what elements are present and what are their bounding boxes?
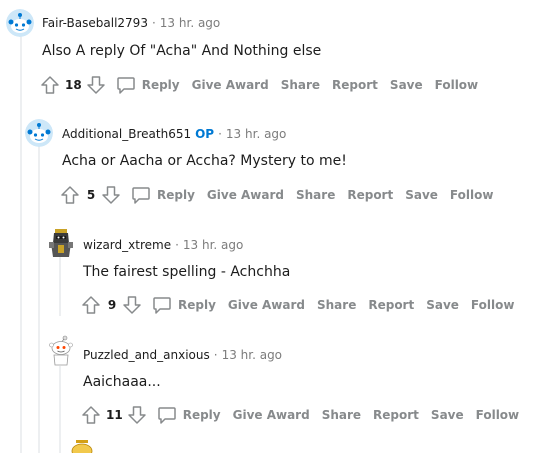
- upvote-icon[interactable]: [81, 405, 101, 425]
- follow-button[interactable]: Follow: [450, 188, 494, 202]
- vote-score: 9: [107, 298, 117, 312]
- armored-snoo-avatar-icon: [49, 229, 73, 257]
- username[interactable]: wizard_xtreme: [83, 238, 171, 252]
- username[interactable]: Additional_Breath651: [62, 127, 191, 141]
- downvote-icon[interactable]: [127, 405, 147, 425]
- comment-actions: 5 Reply Give Award Share Report Save Fol…: [60, 183, 493, 207]
- downvote-icon[interactable]: [122, 295, 142, 315]
- thread-line[interactable]: [59, 366, 61, 453]
- timestamp[interactable]: 13 hr. ago: [226, 127, 286, 141]
- timestamp[interactable]: 13 hr. ago: [183, 238, 243, 252]
- follow-button[interactable]: Follow: [471, 298, 515, 312]
- username[interactable]: Fair-Baseball2793: [42, 16, 148, 30]
- comment-thread: Fair-Baseball2793 · 13 hr. ago Also A repl…: [0, 0, 557, 453]
- avatar[interactable]: [47, 335, 75, 367]
- comment-body: The fairest spelling - Achchha: [83, 264, 291, 280]
- reply-button[interactable]: Reply: [157, 405, 221, 425]
- report-button[interactable]: Report: [368, 298, 414, 312]
- reply-label: Reply: [141, 78, 180, 92]
- thread-line[interactable]: [20, 34, 22, 453]
- avatar[interactable]: [25, 119, 53, 147]
- give-award-button[interactable]: Give Award: [192, 78, 269, 92]
- reply-label: Reply: [182, 408, 221, 422]
- share-button[interactable]: Share: [322, 408, 361, 422]
- comment-actions: 11 Reply Give Award Share Report Save Fo…: [81, 403, 519, 427]
- comment-body: Acha or Aacha or Accha? Mystery to me!: [62, 153, 347, 169]
- comment-body: Aaichaaa...: [83, 374, 161, 390]
- vote-score: 11: [106, 408, 123, 422]
- avatar[interactable]: [47, 227, 75, 259]
- reply-button[interactable]: Reply: [116, 75, 180, 95]
- op-badge: OP: [195, 127, 215, 141]
- comment-actions: 9 Reply Give Award Share Report Save Fol…: [81, 293, 514, 317]
- vote-score: 5: [86, 188, 96, 202]
- save-button[interactable]: Save: [426, 298, 459, 312]
- separator-dot: ·: [213, 348, 218, 362]
- downvote-icon[interactable]: [101, 185, 121, 205]
- report-button[interactable]: Report: [373, 408, 419, 422]
- vote-score: 18: [65, 78, 82, 92]
- reply-label: Reply: [157, 188, 195, 202]
- thread-line[interactable]: [59, 256, 61, 316]
- snoo-blue-avatar-icon: [25, 119, 53, 147]
- timestamp[interactable]: 13 hr. ago: [222, 348, 282, 362]
- upvote-icon[interactable]: [40, 75, 60, 95]
- follow-button[interactable]: Follow: [435, 78, 479, 92]
- snoo-blue-avatar-icon: [6, 9, 34, 37]
- give-award-button[interactable]: Give Award: [207, 188, 284, 202]
- comment-bubble-icon: [157, 407, 176, 424]
- share-button[interactable]: Share: [281, 78, 320, 92]
- separator-dot: ·: [218, 127, 222, 141]
- downvote-icon[interactable]: [86, 75, 106, 95]
- share-button[interactable]: Share: [317, 298, 356, 312]
- avatar[interactable]: [6, 9, 34, 37]
- upvote-icon[interactable]: [81, 295, 101, 315]
- white-snoo-avatar-icon: [49, 335, 73, 366]
- comment-bubble-icon: [116, 77, 135, 94]
- reply-button[interactable]: Reply: [152, 295, 216, 315]
- comment-body: Also A reply Of "Acha" And Nothing else: [42, 43, 322, 59]
- snoo-avatar-partial-icon: [71, 440, 93, 453]
- comment-meta: Additional_Breath651 OP · 13 hr. ago: [62, 126, 286, 142]
- comment-meta: Fair-Baseball2793 · 13 hr. ago: [42, 15, 220, 31]
- save-button[interactable]: Save: [390, 78, 423, 92]
- reply-label: Reply: [178, 298, 216, 312]
- save-button[interactable]: Save: [431, 408, 464, 422]
- save-button[interactable]: Save: [405, 188, 438, 202]
- timestamp[interactable]: 13 hr. ago: [160, 16, 220, 30]
- report-button[interactable]: Report: [347, 188, 393, 202]
- share-button[interactable]: Share: [296, 188, 335, 202]
- comment-bubble-icon: [132, 187, 150, 204]
- thread-line[interactable]: [38, 146, 40, 453]
- separator-dot: ·: [151, 16, 156, 30]
- give-award-button[interactable]: Give Award: [228, 298, 305, 312]
- separator-dot: ·: [175, 238, 179, 252]
- report-button[interactable]: Report: [332, 78, 378, 92]
- comment-meta: Puzzled_and_anxious · 13 hr. ago: [83, 347, 282, 363]
- comment-bubble-icon: [153, 297, 171, 314]
- follow-button[interactable]: Follow: [476, 408, 520, 422]
- comment-meta: wizard_xtreme · 13 hr. ago: [83, 237, 243, 253]
- upvote-icon[interactable]: [60, 185, 80, 205]
- reply-button[interactable]: Reply: [131, 185, 195, 205]
- comment-actions: 18 Reply Give Award Share Report Save Fo…: [40, 73, 478, 97]
- username[interactable]: Puzzled_and_anxious: [83, 348, 210, 362]
- give-award-button[interactable]: Give Award: [233, 408, 310, 422]
- avatar[interactable]: [70, 440, 94, 453]
